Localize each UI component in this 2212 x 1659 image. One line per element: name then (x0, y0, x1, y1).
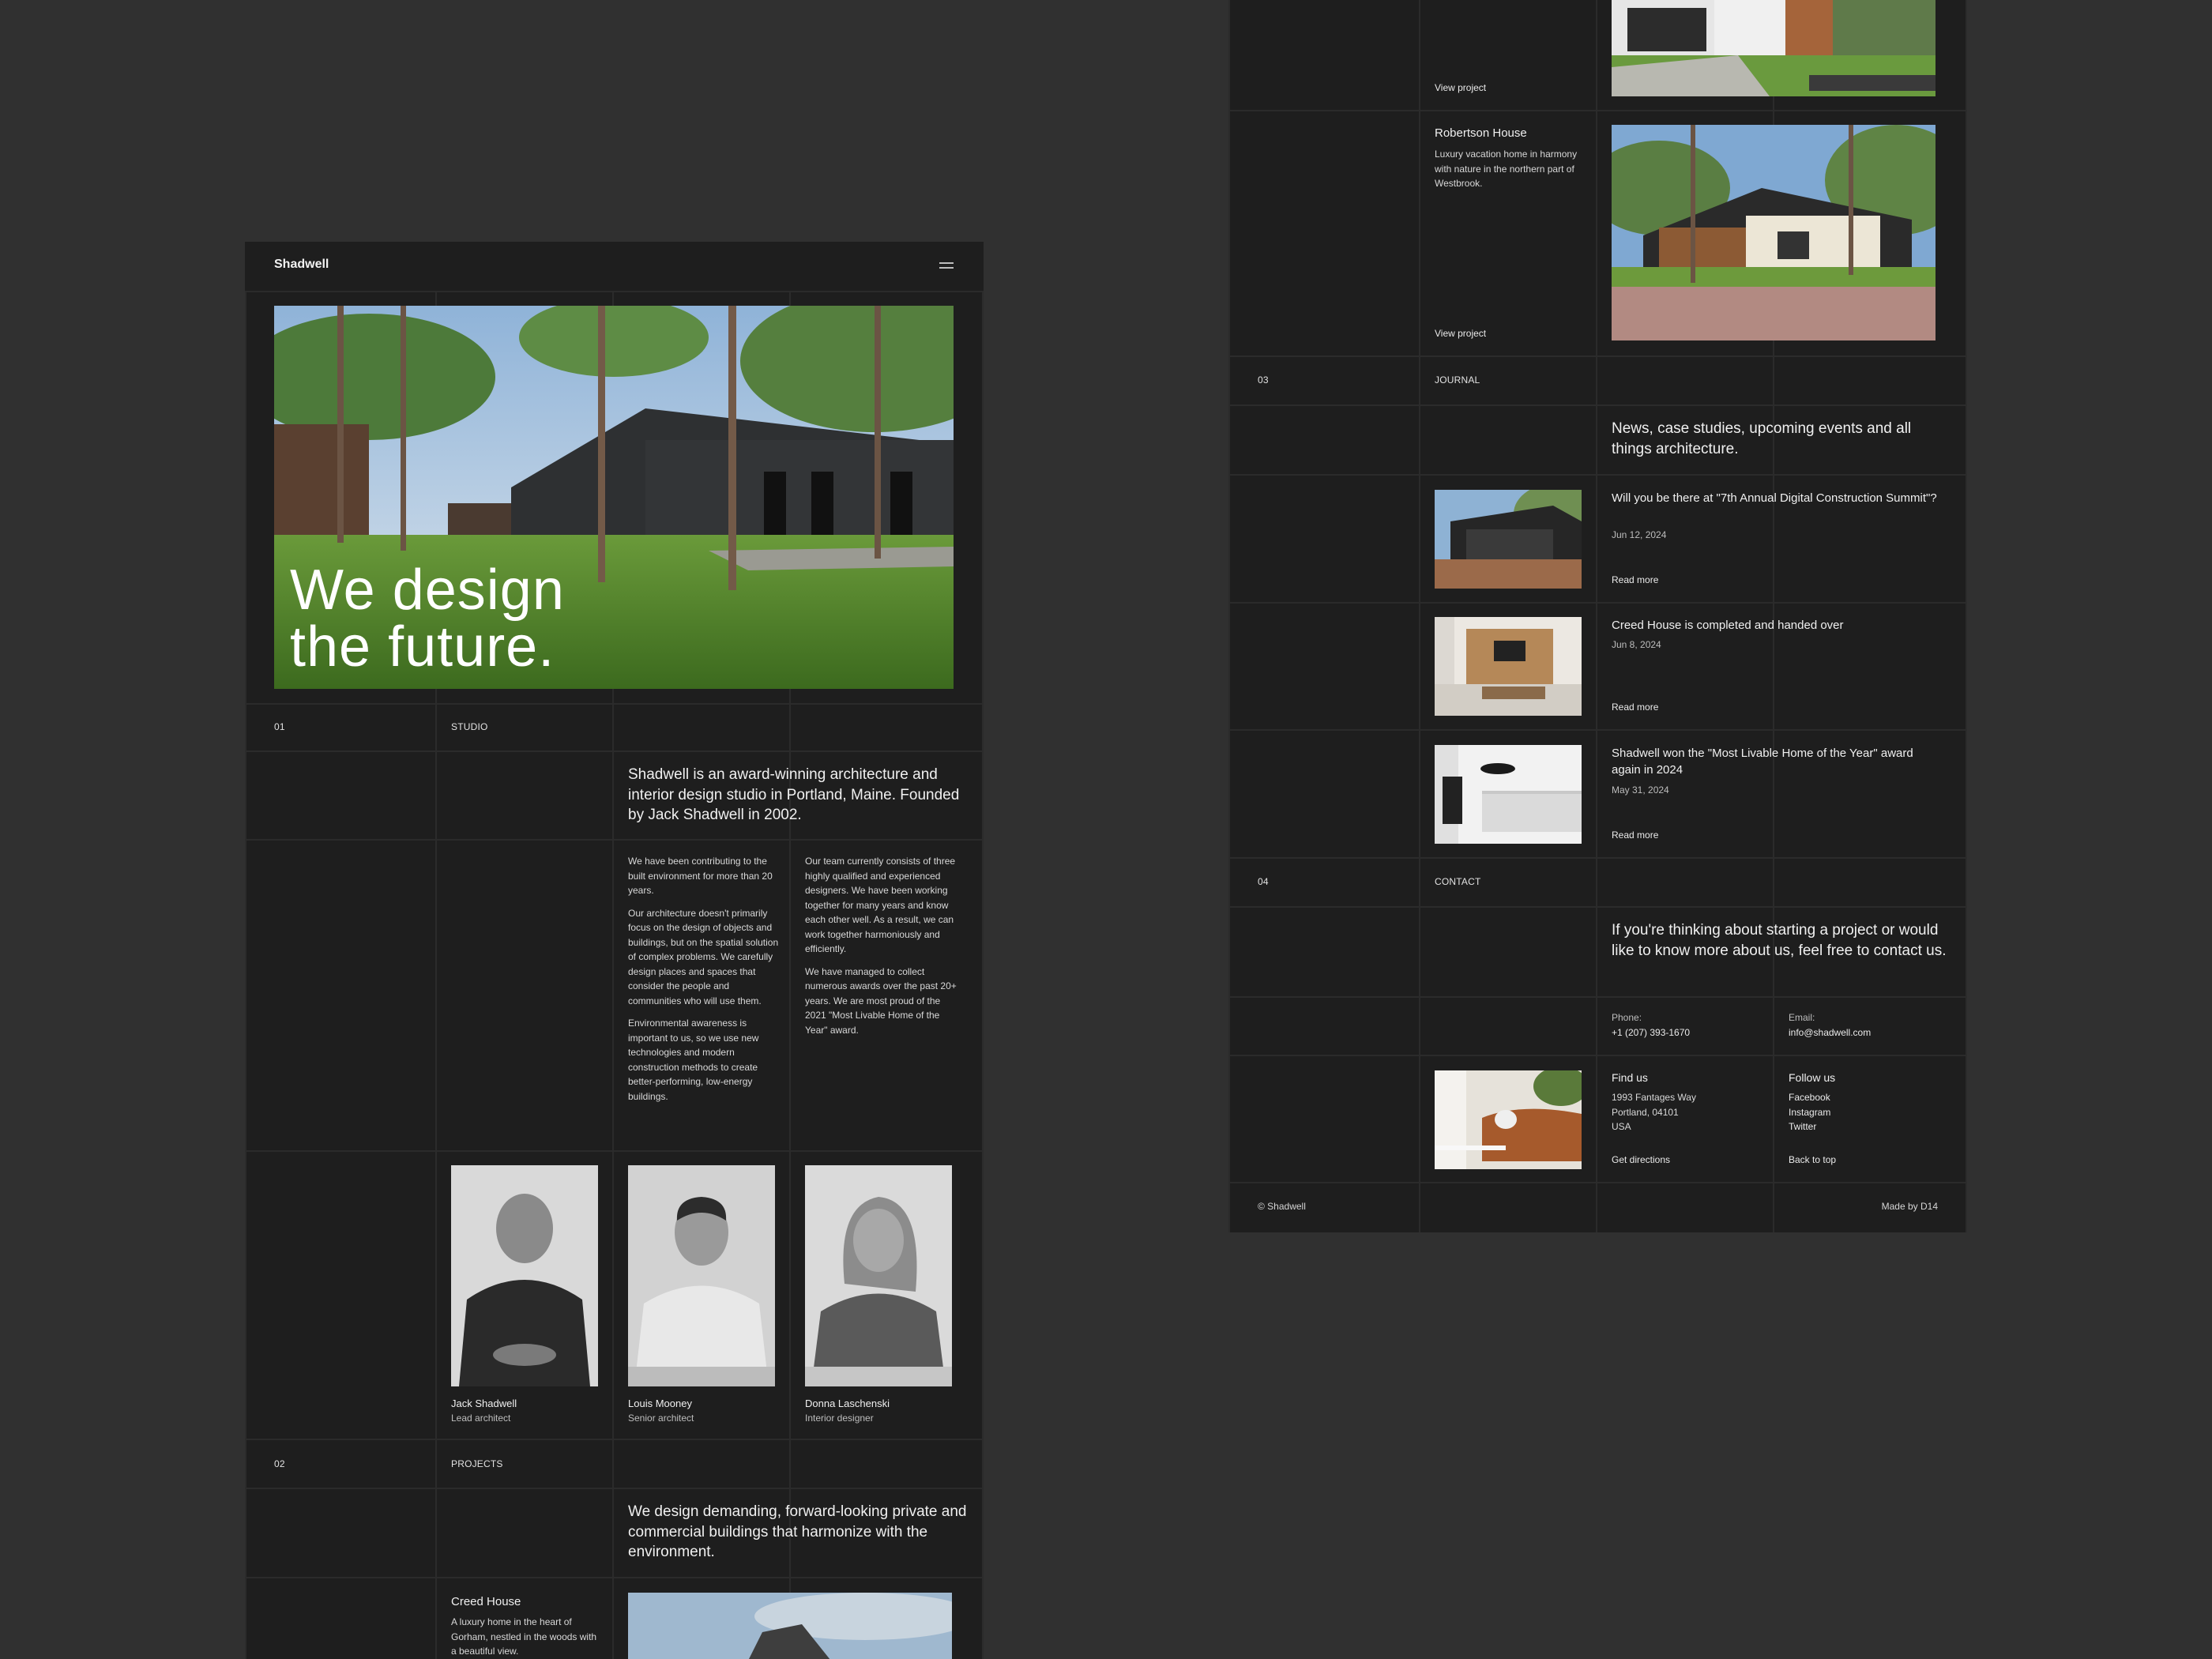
journal-image-1[interactable] (1435, 490, 1582, 589)
team-member-donna: Donna Laschenski Interior designer (805, 1398, 890, 1424)
section-label-contact: CONTACT (1435, 876, 1481, 887)
project-image-creed[interactable] (628, 1593, 952, 1659)
address: 1993 Fantages Way Portland, 04101 USA (1612, 1092, 1696, 1132)
team-photo-donna (805, 1165, 952, 1386)
section-label-journal: JOURNAL (1435, 374, 1480, 386)
instagram-link[interactable]: Instagram (1789, 1105, 1830, 1120)
brand-logo[interactable]: Shadwell (274, 258, 329, 272)
read-more-link-1[interactable]: Read more (1612, 574, 1658, 585)
find-us-title: Find us (1612, 1071, 1648, 1084)
project-image-robertson[interactable] (1612, 125, 1936, 340)
project-desc-creed: A luxury home in the heart of Gorham, ne… (451, 1616, 597, 1657)
mobile-page-right: View project Robertson House Luxury vaca… (1228, 0, 1967, 1232)
team-photo-louis (628, 1165, 775, 1386)
studio-lead: Shadwell is an award-winning architectur… (628, 766, 960, 823)
projects-lead: We design demanding, forward-looking pri… (628, 1503, 967, 1560)
journal-date-1: Jun 12, 2024 (1612, 529, 1667, 540)
studio-text-col2: Our team currently consists of three hig… (805, 856, 957, 1036)
facebook-link[interactable]: Facebook (1789, 1090, 1830, 1105)
journal-date-3: May 31, 2024 (1612, 784, 1669, 796)
team-photo-jack (451, 1165, 598, 1386)
read-more-link-3[interactable]: Read more (1612, 830, 1658, 841)
journal-image-3[interactable] (1435, 745, 1582, 844)
section-number-studio: 01 (274, 721, 285, 732)
mobile-page-left: Shadwell We design the future. 01 STUDIO… (245, 242, 984, 1659)
get-directions-link[interactable]: Get directions (1612, 1154, 1670, 1165)
email-label: Email: (1789, 1012, 1815, 1023)
header-bar: Shadwell (245, 242, 984, 291)
journal-image-2[interactable] (1435, 617, 1582, 716)
email-link[interactable]: info@shadwell.com (1789, 1027, 1871, 1038)
contact-lead: If you're thinking about starting a proj… (1612, 922, 1947, 959)
project-image-previous[interactable] (1612, 0, 1936, 96)
follow-us-title: Follow us (1789, 1071, 1836, 1084)
journal-title-3[interactable]: Shadwell won the "Most Livable Home of t… (1612, 745, 1943, 778)
phone-label: Phone: (1612, 1012, 1642, 1023)
menu-icon[interactable] (939, 262, 954, 269)
journal-lead: News, case studies, upcoming events and … (1612, 420, 1912, 457)
journal-title-1[interactable]: Will you be there at "7th Annual Digital… (1612, 490, 1943, 506)
read-more-link-2[interactable]: Read more (1612, 702, 1658, 713)
footer-copyright: © Shadwell (1258, 1201, 1306, 1212)
team-member-jack: Jack Shadwell Lead architect (451, 1398, 517, 1424)
contact-image (1435, 1070, 1582, 1169)
team-member-louis: Louis Mooney Senior architect (628, 1398, 694, 1424)
footer-credit[interactable]: Made by D14 (1882, 1201, 1938, 1212)
phone-link[interactable]: +1 (207) 393-1670 (1612, 1027, 1690, 1038)
journal-date-2: Jun 8, 2024 (1612, 639, 1661, 650)
section-number-journal: 03 (1258, 374, 1269, 386)
section-number-contact: 04 (1258, 876, 1269, 887)
project-title-robertson[interactable]: Robertson House (1435, 126, 1527, 140)
section-number-projects: 02 (274, 1458, 285, 1469)
hero-title: We design the future. (290, 559, 565, 679)
project-title-creed[interactable]: Creed House (451, 1595, 521, 1608)
view-project-link-robertson[interactable]: View project (1435, 328, 1486, 339)
twitter-link[interactable]: Twitter (1789, 1119, 1830, 1134)
social-links: Facebook Instagram Twitter (1789, 1090, 1830, 1134)
section-label-studio: STUDIO (451, 721, 488, 732)
journal-title-2[interactable]: Creed House is completed and handed over (1612, 617, 1943, 634)
studio-text-col1: We have been contributing to the built e… (628, 856, 779, 1102)
back-to-top-link[interactable]: Back to top (1789, 1154, 1836, 1165)
section-label-projects: PROJECTS (451, 1458, 503, 1469)
project-desc-robertson: Luxury vacation home in harmony with nat… (1435, 149, 1578, 189)
view-project-link-previous[interactable]: View project (1435, 82, 1486, 93)
